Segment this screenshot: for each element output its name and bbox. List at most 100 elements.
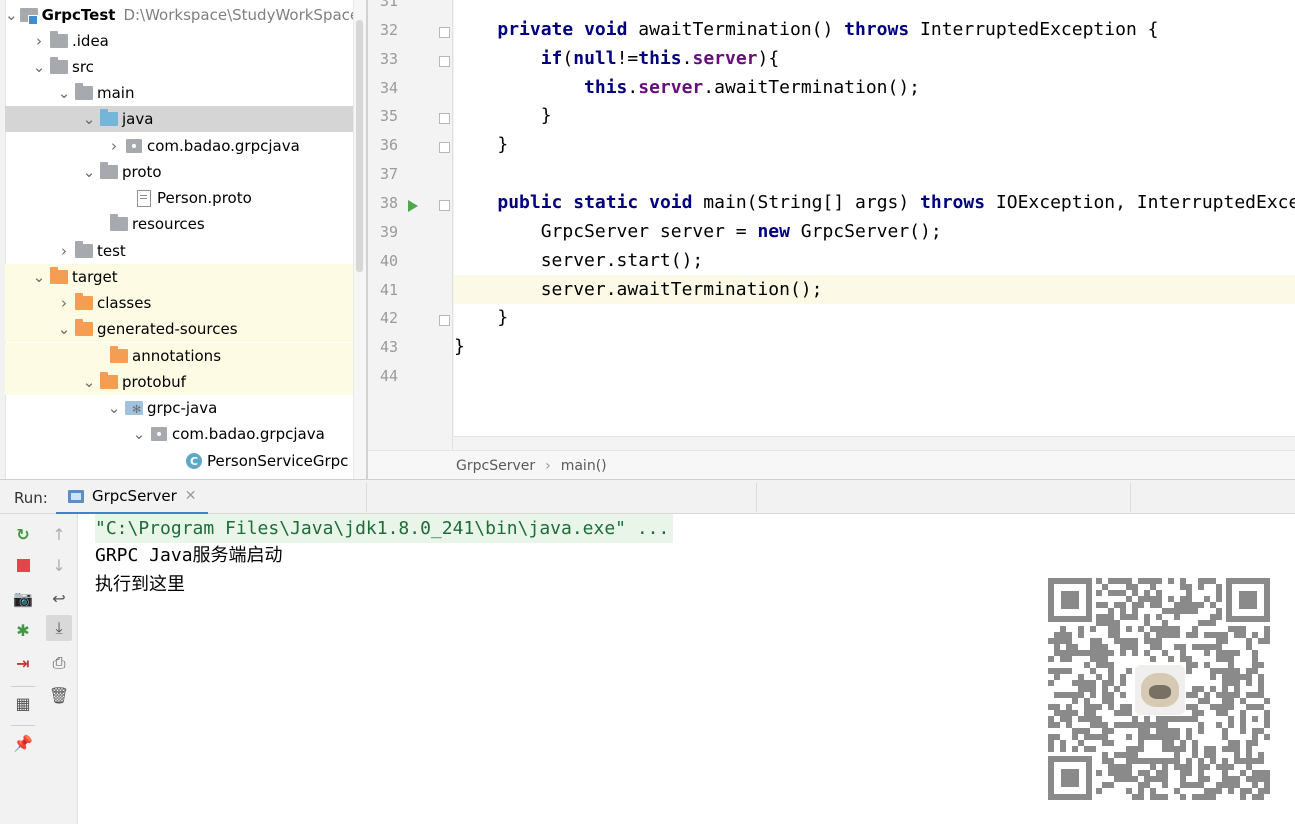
code-line[interactable]	[454, 0, 1295, 15]
fold-marker-icon[interactable]	[439, 315, 450, 327]
tree-item-src[interactable]: ⌄ src	[5, 54, 366, 80]
pin-icon[interactable]: 📌	[13, 733, 33, 753]
source-folder-icon	[100, 109, 118, 128]
chevron-down-icon[interactable]: ⌄	[80, 373, 98, 391]
debug-icon[interactable]: ✱	[13, 620, 33, 640]
camera-icon[interactable]: 📷	[13, 588, 33, 608]
chevron-right-icon[interactable]: ›	[55, 294, 73, 312]
soft-wrap-icon[interactable]: ↩	[49, 588, 69, 608]
code-token: .awaitTermination();	[703, 76, 921, 98]
gutter-separator	[452, 0, 453, 450]
file-icon	[135, 189, 153, 207]
line-number: 33	[379, 49, 398, 68]
code-line[interactable]: server.start();	[454, 246, 1295, 275]
code-token: .	[627, 76, 639, 98]
code-line[interactable]: public static void main(String[] args) t…	[454, 188, 1295, 217]
trash-icon[interactable]: 🗑	[49, 685, 69, 705]
login-icon[interactable]: ⇥	[13, 653, 33, 673]
tree-item-idea[interactable]: › .idea	[5, 28, 366, 54]
tree-item-grpc-java[interactable]: ⌄ grpc-java	[5, 395, 353, 421]
code-line[interactable]	[454, 159, 1295, 188]
breadcrumb-class[interactable]: GrpcServer	[456, 458, 535, 474]
tree-item-protobuf[interactable]: ⌄ protobuf	[5, 369, 353, 395]
editor-gutter: 31 32 33 34 35 36 37 38 39 40 41 42 43 44	[368, 0, 454, 450]
tree-item-personservicegrpc[interactable]: C PersonServiceGrpc	[5, 448, 353, 474]
tree-item-label: test	[97, 242, 126, 260]
tree-item-proto[interactable]: ⌄ proto	[5, 159, 353, 185]
tree-item-main[interactable]: ⌄ main	[5, 80, 366, 106]
code-line[interactable]: }	[454, 303, 1295, 332]
chevron-down-icon[interactable]: ⌄	[80, 110, 98, 128]
tree-item-package[interactable]: › com.badao.grpcjava	[5, 133, 353, 159]
fold-marker-icon[interactable]	[439, 142, 450, 154]
tree-item-generated-package[interactable]: ⌄ com.badao.grpcjava	[5, 421, 353, 447]
tree-item-annotations[interactable]: annotations	[5, 343, 353, 369]
code-line[interactable]: GrpcServer server = new GrpcServer();	[454, 217, 1295, 246]
fold-marker-icon[interactable]	[439, 199, 450, 211]
arrow-up-icon[interactable]: ↑	[49, 524, 69, 544]
folder-icon	[75, 83, 93, 102]
chevron-down-icon[interactable]: ⌄	[105, 399, 123, 417]
tree-item-label: com.badao.grpcjava	[147, 137, 300, 155]
code-line[interactable]: }	[454, 130, 1295, 159]
tree-item-classes[interactable]: › classes	[5, 290, 353, 316]
divider	[366, 483, 367, 512]
rerun-icon[interactable]: ↻	[13, 524, 33, 544]
code-line[interactable]: if(null!=this.server){	[454, 44, 1295, 73]
code-editor[interactable]: 31 32 33 34 35 36 37 38 39 40 41 42 43 44 private voi…	[366, 0, 1295, 479]
tree-item-test[interactable]: › test	[5, 238, 366, 264]
chevron-right-icon[interactable]: ›	[30, 32, 48, 50]
breadcrumb-method[interactable]: main()	[561, 458, 607, 474]
tree-item-resources[interactable]: resources	[5, 211, 353, 237]
run-toolbar-primary: ↻ 📷 ✱ ⇥ ▦ 📌	[5, 514, 42, 824]
fold-marker-icon[interactable]	[439, 55, 450, 67]
code-line[interactable]: this.server.awaitTermination();	[454, 73, 1295, 102]
project-tree-panel: ⌄ GrpcTest D:\Workspace\StudyWorkSpace\ …	[0, 0, 366, 479]
project-scrollbar-thumb[interactable]	[356, 20, 363, 272]
chevron-down-icon[interactable]: ⌄	[30, 58, 48, 76]
editor-horizontal-scrollbar[interactable]	[454, 436, 1295, 451]
run-tab-grpcserver[interactable]: GrpcServer ✕	[56, 480, 209, 515]
module-icon	[19, 6, 38, 25]
code-line[interactable]: server.awaitTermination();	[454, 274, 1295, 304]
code-token: awaitTermination()	[627, 18, 845, 40]
line-number: 39	[379, 222, 398, 241]
line-number: 43	[379, 338, 398, 357]
code-line[interactable]: }	[454, 101, 1295, 130]
scroll-to-end-icon[interactable]: ⤓	[46, 615, 72, 641]
tree-item-generated-sources[interactable]: ⌄ generated-sources	[5, 316, 353, 342]
chevron-right-icon[interactable]: ›	[55, 242, 73, 260]
code-token: void	[649, 191, 693, 213]
code-line[interactable]	[454, 361, 1295, 390]
tree-item-person-proto[interactable]: Person.proto	[5, 185, 353, 211]
code-line[interactable]: }	[454, 332, 1295, 361]
chevron-down-icon[interactable]: ⌄	[30, 268, 48, 286]
arrow-down-icon[interactable]: ↓	[49, 555, 69, 575]
code-token: server	[692, 47, 758, 69]
tree-item-target[interactable]: ⌄ target	[5, 264, 353, 290]
run-gutter-icon[interactable]	[408, 199, 418, 212]
layout-icon[interactable]: ▦	[13, 693, 33, 713]
tree-item-grpctest[interactable]: ⌄ GrpcTest D:\Workspace\StudyWorkSpace\	[5, 2, 364, 28]
close-icon[interactable]: ✕	[185, 488, 197, 504]
folder-icon	[50, 57, 68, 76]
chevron-down-icon[interactable]: ⌄	[5, 6, 18, 24]
tree-item-label: .idea	[72, 32, 109, 50]
chevron-down-icon[interactable]: ⌄	[55, 84, 73, 102]
stop-icon[interactable]	[13, 555, 33, 575]
fold-marker-icon[interactable]	[439, 26, 450, 38]
chevron-down-icon[interactable]: ⌄	[55, 320, 73, 338]
chevron-down-icon[interactable]: ⌄	[130, 425, 148, 443]
folder-icon	[100, 162, 118, 181]
chevron-right-icon[interactable]: ›	[105, 137, 123, 155]
tree-item-java[interactable]: ⌄ java	[5, 106, 353, 132]
console-line-command: "C:\Program Files\Java\jdk1.8.0_241\bin\…	[95, 514, 674, 543]
print-icon[interactable]: ⎙	[49, 653, 69, 673]
code-token: static	[573, 191, 639, 213]
code-line[interactable]: private void awaitTermination() throws I…	[454, 15, 1295, 44]
code-token: new	[757, 220, 790, 242]
fold-marker-icon[interactable]	[439, 113, 450, 125]
chevron-down-icon[interactable]: ⌄	[80, 163, 98, 181]
